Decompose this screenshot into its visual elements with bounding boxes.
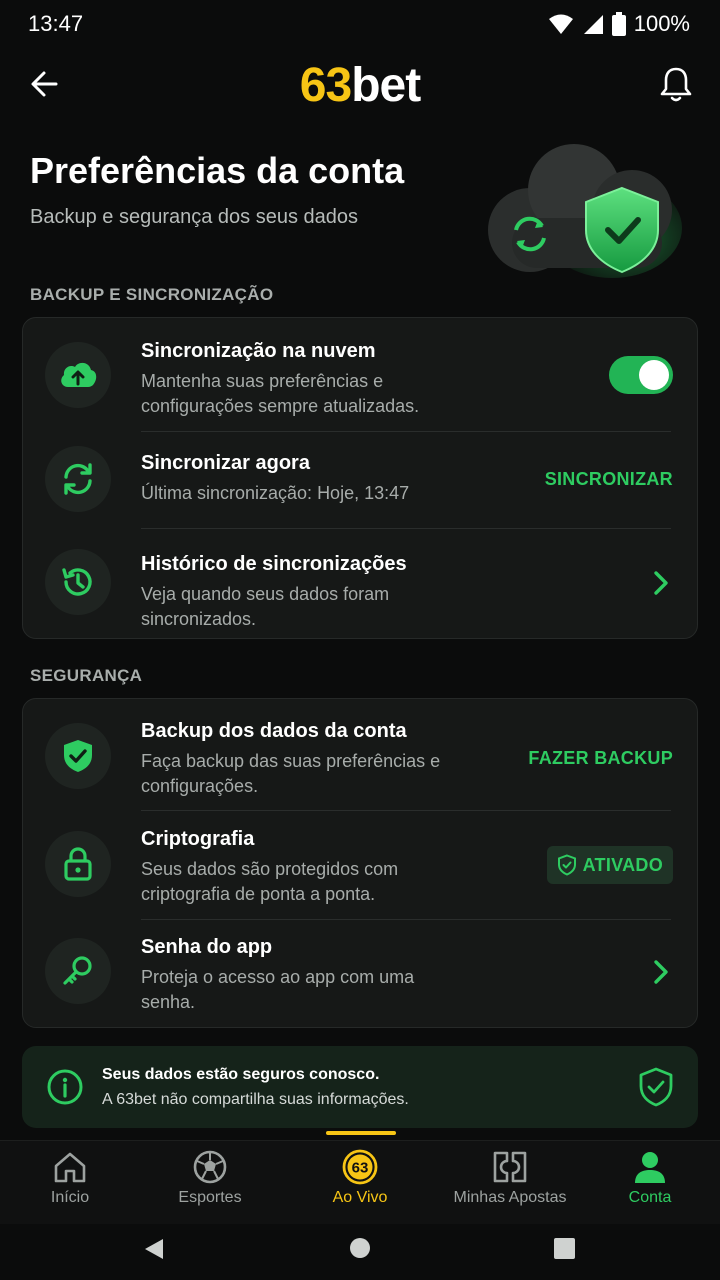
- sync-icon: [45, 446, 111, 512]
- bell-icon: [660, 67, 692, 102]
- nav-item-minhas-apostas[interactable]: Minhas Apostas: [440, 1149, 580, 1221]
- battery-icon: [611, 12, 626, 36]
- chevron-right-icon: [654, 960, 668, 984]
- page-subtitle: Backup e segurança dos seus dados: [30, 206, 358, 228]
- row-title: Criptografia: [141, 828, 255, 850]
- nav-item-esportes[interactable]: Esportes: [140, 1149, 280, 1221]
- nav-item-conta[interactable]: Conta: [580, 1149, 720, 1221]
- row-title: Sincronizar agora: [141, 452, 310, 474]
- row-description: Última sincronização: Hoje, 13:47: [141, 483, 410, 503]
- home-icon: [54, 1152, 86, 1183]
- cloud-sync-row[interactable]: Sincronização na nuvem Mantenha suas pre…: [23, 318, 699, 431]
- row-title: Sincronização na nuvem: [141, 340, 376, 362]
- app-header: 63bet: [0, 52, 720, 116]
- shield-check-icon: [557, 854, 576, 876]
- system-home-icon[interactable]: [349, 1237, 371, 1259]
- wifi-icon: [548, 14, 573, 34]
- sync-now-row: Sincronizar agora Última sincronização: …: [23, 432, 699, 528]
- status-bar: 13:47 100%: [0, 0, 720, 48]
- history-icon: [45, 549, 111, 615]
- section-label-security: SEGURANÇA: [30, 666, 143, 685]
- status-icons: 100%: [548, 11, 690, 37]
- backup-now-button[interactable]: FAZER BACKUP: [528, 748, 673, 769]
- privacy-notice: Seus dados estão seguros conosco. A 63be…: [22, 1046, 698, 1128]
- app-password-row[interactable]: Senha do app Proteja o acesso ao app com…: [23, 920, 699, 1028]
- sync-now-button[interactable]: SINCRONIZAR: [545, 469, 673, 490]
- notifications-button[interactable]: [658, 64, 694, 104]
- encryption-status-badge: ATIVADO: [546, 846, 673, 884]
- user-icon: [635, 1152, 665, 1183]
- row-description: Seus dados são protegidos com criptograf…: [141, 859, 399, 904]
- page-title: Preferências da conta: [30, 150, 405, 191]
- cloud-sync-toggle[interactable]: [609, 356, 673, 394]
- sync-history-row[interactable]: Histórico de sincronizações Veja quando …: [23, 529, 699, 639]
- brand-logo: 63bet: [0, 58, 720, 113]
- cloud-shield-illustration: [482, 138, 682, 278]
- soccer-ball-icon: [193, 1150, 227, 1184]
- logo-number: 63: [299, 59, 352, 112]
- encryption-row: Criptografia Seus dados são protegidos c…: [23, 811, 699, 919]
- section-label-backup: BACKUP E SINCRONIZAÇÃO: [30, 285, 274, 304]
- security-card: Backup dos dados da conta Faça backup da…: [22, 698, 698, 1028]
- notice-text: A 63bet não compartilha suas informações…: [102, 1091, 409, 1108]
- signal-icon: [583, 15, 603, 34]
- chevron-right-icon: [654, 571, 668, 595]
- system-nav-bar: [0, 1224, 720, 1280]
- notice-title: Seus dados estão seguros conosco.: [102, 1066, 380, 1083]
- nav-label: Início: [50, 1189, 90, 1206]
- logo-text: bet: [351, 59, 421, 112]
- system-back-icon[interactable]: [143, 1237, 165, 1261]
- battery-percent: 100%: [633, 11, 690, 36]
- shield-check-icon: [45, 723, 111, 789]
- row-description: Proteja o acesso ao app com uma senha.: [141, 967, 415, 1012]
- row-description: Veja quando seus dados foram sincronizad…: [141, 584, 390, 629]
- ticket-icon: [493, 1151, 527, 1183]
- nav-item-ao-vivo[interactable]: 63 Ao Vivo: [290, 1149, 430, 1221]
- status-label: ATIVADO: [582, 854, 663, 875]
- row-title: Backup dos dados da conta: [141, 720, 407, 742]
- row-description: Mantenha suas preferências e configuraçõ…: [141, 371, 420, 416]
- nav-label: Ao Vivo: [332, 1189, 388, 1206]
- toggle-knob: [639, 360, 669, 390]
- live-badge-text: 63: [352, 1160, 369, 1177]
- nav-label: Esportes: [178, 1189, 242, 1206]
- active-indicator: [326, 1131, 396, 1135]
- shield-check-icon: [639, 1067, 673, 1107]
- nav-label: Minhas Apostas: [453, 1189, 567, 1206]
- key-icon: [45, 938, 111, 1004]
- live-icon: 63: [342, 1149, 378, 1185]
- account-backup-row: Backup dos dados da conta Faça backup da…: [23, 699, 699, 810]
- lock-icon: [45, 831, 111, 897]
- bottom-nav: Início Esportes 63 Ao Vivo Minhas Aposta…: [0, 1131, 720, 1224]
- row-title: Histórico de sincronizações: [141, 553, 407, 575]
- nav-label: Conta: [628, 1189, 672, 1206]
- row-title: Senha do app: [141, 936, 273, 958]
- backup-card: Sincronização na nuvem Mantenha suas pre…: [22, 317, 698, 639]
- status-time: 13:47: [28, 11, 84, 36]
- row-description: Faça backup das suas preferências e conf…: [141, 751, 441, 796]
- nav-item-inicio[interactable]: Início: [0, 1149, 140, 1221]
- info-icon: [47, 1069, 83, 1105]
- system-recents-icon[interactable]: [554, 1238, 575, 1259]
- cloud-upload-icon: [45, 342, 111, 408]
